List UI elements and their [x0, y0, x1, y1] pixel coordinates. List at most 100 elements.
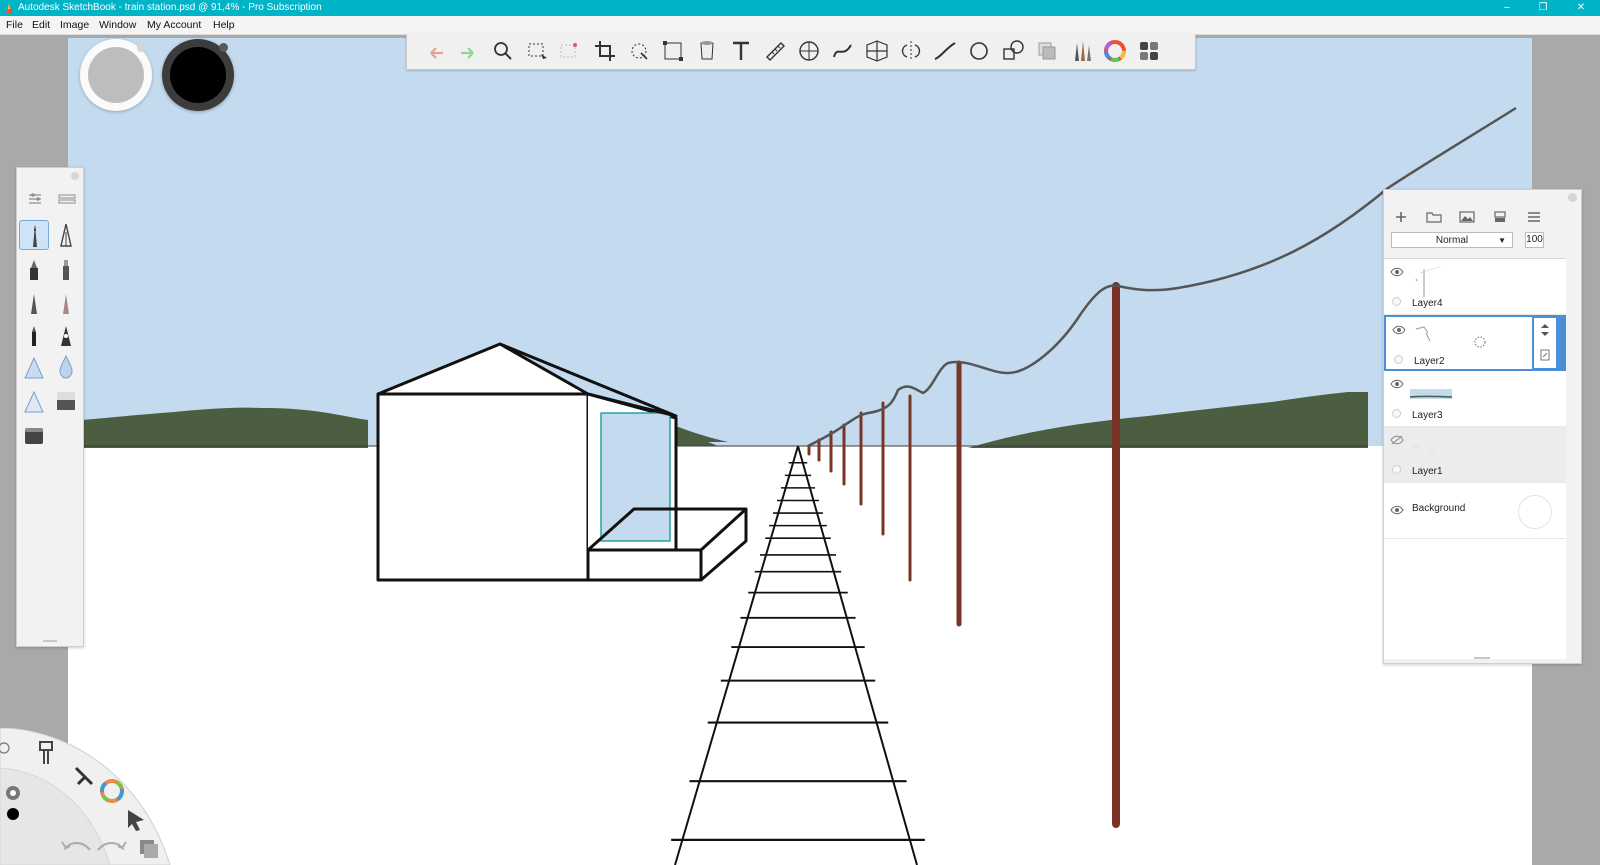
calligraphy-brush-icon[interactable] — [51, 320, 81, 350]
menu-my-account[interactable]: My Account — [147, 18, 201, 32]
title-bar: Autodesk SketchBook - train station.psd … — [0, 0, 1600, 16]
background-color-swatch[interactable] — [1518, 495, 1552, 529]
menu-file[interactable]: File — [6, 18, 23, 32]
stroke-icon[interactable] — [931, 37, 959, 65]
ellipse-guide-icon[interactable] — [795, 37, 823, 65]
perspective-icon[interactable] — [863, 37, 891, 65]
puck-dot — [219, 43, 228, 52]
secondary-color-puck[interactable] — [162, 39, 234, 111]
pencil-brush-icon[interactable] — [19, 220, 49, 250]
soft-eraser-brush-icon[interactable] — [19, 352, 49, 382]
add-layer-icon[interactable] — [1391, 208, 1411, 226]
brush-palette-close-icon[interactable] — [71, 172, 79, 180]
brush-properties-icon[interactable] — [23, 190, 47, 208]
zoom-icon[interactable] — [489, 37, 517, 65]
layer-name: Layer2 — [1414, 356, 1445, 367]
crop-icon[interactable] — [591, 37, 619, 65]
layer-thumbnail — [1415, 326, 1431, 342]
brush-library-icon[interactable] — [55, 190, 79, 208]
lasso-select-icon[interactable] — [555, 37, 583, 65]
eye-icon[interactable] — [1390, 379, 1404, 389]
window-title: Autodesk SketchBook - train station.psd … — [18, 2, 322, 13]
lasso-select-icon — [1474, 336, 1486, 348]
fill-icon[interactable] — [693, 37, 721, 65]
brush-palette-grip[interactable] — [43, 640, 57, 642]
color-wheel-icon[interactable] — [1101, 37, 1129, 65]
smudge-brush-icon[interactable] — [19, 420, 49, 450]
layer-editor-grip[interactable] — [1474, 657, 1490, 659]
menu-edit[interactable]: Edit — [32, 18, 50, 32]
shape-icon[interactable] — [999, 37, 1027, 65]
eye-icon[interactable] — [1392, 325, 1406, 335]
merge-layer-icon[interactable] — [1490, 208, 1510, 226]
layer-item-layer4[interactable]: Layer4 — [1384, 259, 1566, 315]
eye-icon[interactable] — [1390, 267, 1404, 277]
menu-image[interactable]: Image — [60, 18, 89, 32]
opacity-field[interactable]: 100 — [1525, 232, 1544, 248]
maximize-button[interactable]: ❐ — [1526, 0, 1560, 16]
lagoon-color-dot-icon[interactable] — [7, 808, 19, 820]
add-image-icon[interactable] — [1457, 208, 1477, 226]
hard-eraser-brush-icon[interactable] — [19, 386, 49, 416]
drawing-canvas[interactable] — [68, 38, 1532, 865]
lagoon-menu — [0, 728, 171, 865]
hard-pencil-brush-icon[interactable] — [19, 288, 49, 318]
layer-select-radio[interactable] — [1392, 409, 1401, 418]
layer-select-radio[interactable] — [1394, 355, 1403, 364]
distort-icon[interactable] — [659, 37, 687, 65]
water-drop-brush-icon[interactable] — [51, 352, 81, 382]
brushes-icon[interactable] — [1067, 37, 1095, 65]
layer-menu-icon[interactable] — [1524, 208, 1544, 226]
layer-select-radio[interactable] — [1392, 297, 1401, 306]
undo-icon[interactable] — [421, 37, 449, 65]
layer-editor: Normal ▼ 100 Layer4 Layer2 Layer3 Layer1… — [1383, 189, 1582, 664]
eye-icon[interactable] — [1390, 505, 1404, 515]
layer-name: Layer3 — [1412, 410, 1443, 421]
blend-mode-value: Normal — [1435, 235, 1469, 246]
layer-options-icon[interactable] — [1539, 348, 1551, 362]
ballpoint-brush-icon[interactable] — [19, 320, 49, 350]
felt-tip-brush-icon[interactable] — [51, 254, 81, 284]
text-icon[interactable] — [727, 37, 755, 65]
copy-icon[interactable] — [1033, 37, 1061, 65]
marker-brush-icon[interactable] — [19, 254, 49, 284]
layer-name: Layer1 — [1412, 466, 1443, 477]
move-layer-icon[interactable] — [1538, 323, 1552, 337]
select-icon[interactable] — [523, 37, 551, 65]
gradient-brush-icon[interactable] — [51, 386, 81, 416]
main-toolbar — [406, 34, 1196, 70]
chevron-down-icon: ▼ — [1498, 236, 1506, 245]
minimize-button[interactable]: – — [1490, 0, 1524, 16]
layer-item-layer3[interactable]: Layer3 — [1384, 371, 1566, 427]
transform-icon[interactable] — [625, 37, 653, 65]
add-group-icon[interactable] — [1424, 208, 1444, 226]
primary-color-puck[interactable] — [80, 39, 152, 111]
brush-palette — [16, 167, 84, 647]
canvas-sky — [68, 38, 1532, 448]
layer-thumbnail — [1410, 389, 1453, 399]
layer-actions — [1532, 316, 1558, 370]
ellipse-icon[interactable] — [965, 37, 993, 65]
ruler-icon[interactable] — [761, 37, 789, 65]
secondary-color-swatch — [170, 47, 226, 103]
layer-select-radio[interactable] — [1392, 465, 1401, 474]
layer-thumbnail — [1415, 266, 1441, 297]
ink-pen-brush-icon[interactable] — [51, 220, 81, 250]
puck-dot — [137, 43, 146, 52]
blend-mode-select[interactable]: Normal ▼ — [1391, 232, 1513, 248]
layer-item-layer1[interactable]: Layer1 — [1384, 427, 1566, 483]
symmetry-icon[interactable] — [897, 37, 925, 65]
canvas-ground — [68, 446, 1532, 865]
close-button[interactable]: ✕ — [1564, 0, 1598, 16]
airbrush-icon[interactable] — [51, 288, 81, 318]
layer-editor-close-icon[interactable] — [1568, 193, 1577, 202]
french-curve-icon[interactable] — [829, 37, 857, 65]
sketchbook-app-icon — [6, 3, 12, 13]
menu-help[interactable]: Help — [213, 18, 235, 32]
menu-window[interactable]: Window — [99, 18, 136, 32]
lagoon-brush-size-icon[interactable] — [6, 786, 20, 800]
layer-item-background[interactable]: Background — [1384, 483, 1566, 539]
palette-icon[interactable] — [1135, 37, 1163, 65]
eye-hidden-icon[interactable] — [1390, 435, 1404, 445]
redo-icon[interactable] — [455, 37, 483, 65]
